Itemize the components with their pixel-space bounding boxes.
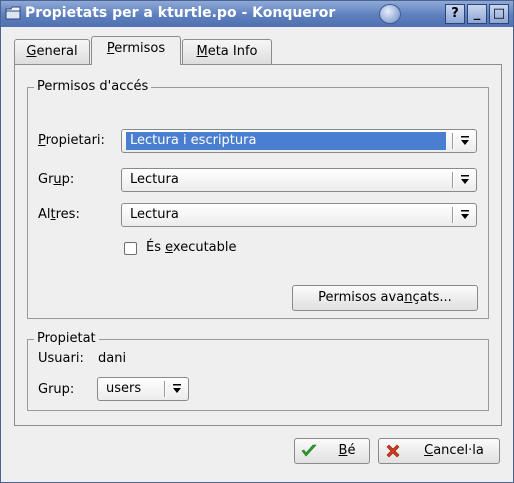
tab-general[interactable]: General — [14, 39, 90, 65]
user-label: Usuari: — [38, 351, 84, 366]
executable-label[interactable]: És executable — [146, 240, 237, 255]
window-menu-orb-icon[interactable] — [379, 4, 401, 24]
permissions-tab-page: Permisos d'accés Propietari: Lectura i e… — [14, 64, 502, 426]
minimize-button[interactable]: _ — [467, 4, 487, 24]
ownership-group: Propietat Usuari: dani Grup: users — [27, 331, 489, 411]
group-permission-value: Lectura — [130, 172, 179, 187]
group-permission-select[interactable]: Lectura — [121, 168, 477, 192]
owner-permission-value: Lectura i escriptura — [126, 132, 446, 150]
dropdown-arrow-icon — [461, 136, 469, 145]
dropdown-arrow-icon — [461, 210, 469, 219]
tab-label: eta Info — [207, 44, 258, 59]
advanced-permissions-button[interactable]: Permisos avançats... — [292, 285, 478, 311]
others-permission-value: Lectura — [130, 207, 179, 222]
user-value: dani — [98, 351, 127, 366]
ownership-legend: Propietat — [34, 331, 99, 346]
window-title: Propietats per a kturtle.po - Konqueror — [25, 5, 336, 21]
folder-icon[interactable] — [5, 6, 21, 20]
tab-mnemonic: M — [196, 44, 208, 59]
owner-label: Propietari: — [38, 133, 105, 148]
tab-label: ermisos — [114, 41, 166, 56]
cancel-label: Cancel·la — [424, 443, 484, 458]
access-permissions-legend: Permisos d'accés — [34, 79, 152, 94]
cancel-x-icon — [386, 444, 400, 458]
tab-mnemonic: G — [26, 44, 37, 59]
maximize-button[interactable]: □ — [489, 4, 509, 24]
access-permissions-group: Permisos d'accés Propietari: Lectura i e… — [27, 79, 489, 319]
others-permission-select[interactable]: Lectura — [121, 203, 477, 227]
tab-permisos[interactable]: Permisos — [91, 36, 181, 65]
ok-button[interactable]: Bé — [294, 438, 370, 464]
owner-group-value: users — [106, 381, 142, 396]
others-label: Altres: — [38, 207, 80, 222]
dropdown-arrow-icon — [461, 175, 469, 184]
owner-group-label: Grup: — [38, 382, 75, 397]
group-label: Grup: — [38, 172, 75, 187]
title-bar[interactable]: Propietats per a kturtle.po - Konqueror … — [1, 1, 513, 27]
tab-label: eneral — [36, 44, 78, 59]
owner-permission-select[interactable]: Lectura i escriptura — [121, 129, 477, 153]
checkmark-icon — [301, 444, 317, 457]
help-button[interactable]: ? — [445, 4, 465, 24]
cancel-button[interactable]: Cancel·la — [378, 438, 500, 464]
ok-label: Bé — [338, 443, 356, 458]
executable-checkbox[interactable] — [124, 242, 137, 255]
properties-dialog: Propietats per a kturtle.po - Konqueror … — [0, 0, 514, 483]
tab-meta-info[interactable]: Meta Info — [182, 39, 272, 65]
dropdown-arrow-icon — [173, 384, 181, 393]
owner-group-select[interactable]: users — [97, 377, 189, 401]
